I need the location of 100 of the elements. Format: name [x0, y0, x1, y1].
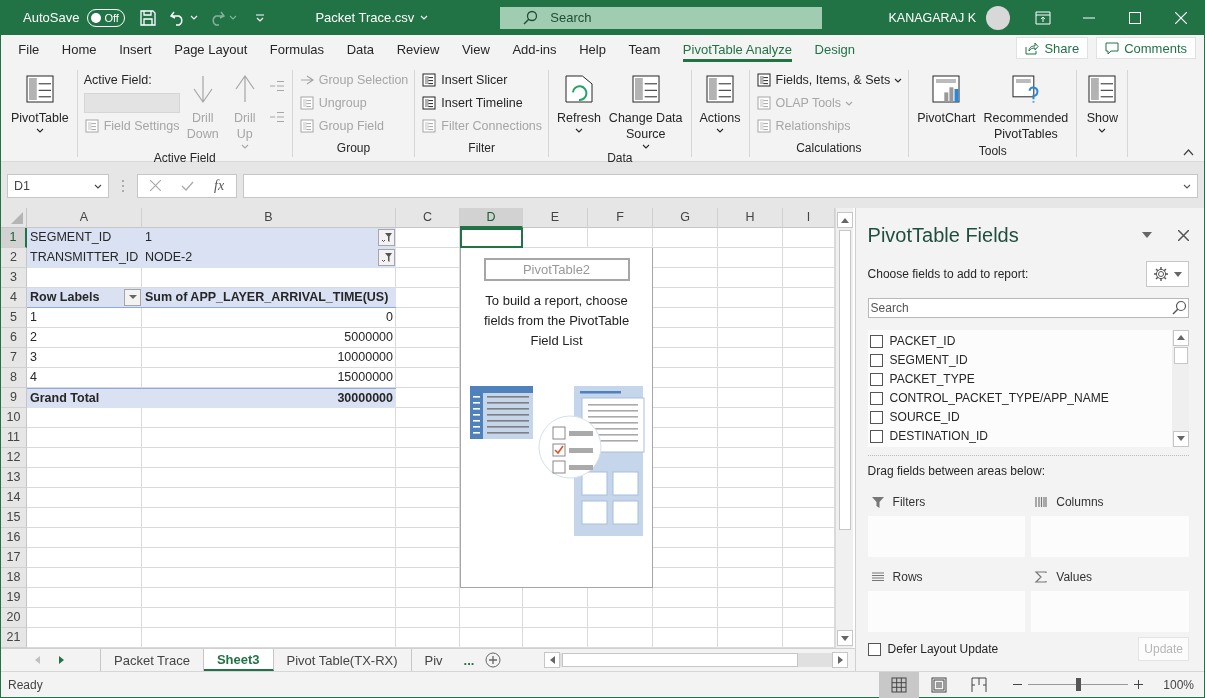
- row-header[interactable]: 5: [1, 308, 27, 328]
- field-checkbox[interactable]: [869, 334, 883, 348]
- ribbon-tab[interactable]: Data: [335, 42, 386, 65]
- column-header[interactable]: B: [142, 208, 396, 228]
- row-header[interactable]: 15: [1, 508, 27, 528]
- ribbon-tab[interactable]: Review: [385, 42, 451, 65]
- row-header[interactable]: 9: [1, 388, 27, 408]
- customize-toolbar-button[interactable]: [255, 12, 266, 23]
- horizontal-scrollbar[interactable]: [544, 649, 849, 671]
- right-arrow-icon: [837, 656, 843, 664]
- undo-button[interactable]: [169, 9, 199, 26]
- zoom-in-button[interactable]: [1134, 680, 1144, 689]
- formula-input[interactable]: [243, 174, 1198, 198]
- ribbon-tab[interactable]: Team: [617, 42, 672, 65]
- row-header[interactable]: 3: [1, 268, 27, 288]
- ribbon-button[interactable]: Change Data Source: [606, 70, 685, 151]
- group-label: Active Field: [153, 151, 216, 165]
- scroll-thumb[interactable]: [838, 230, 851, 530]
- share-button[interactable]: Share: [1016, 37, 1089, 59]
- row-header[interactable]: 4: [1, 288, 27, 308]
- row-header[interactable]: 13: [1, 468, 27, 488]
- column-header[interactable]: I: [783, 208, 835, 228]
- field-search-input[interactable]: Search: [867, 297, 1189, 318]
- ribbon-button[interactable]: PivotChart: [915, 70, 978, 128]
- field-checkbox[interactable]: [869, 429, 883, 443]
- settings-button[interactable]: [1146, 261, 1189, 288]
- column-header[interactable]: F: [588, 208, 653, 228]
- column-header[interactable]: A: [27, 208, 142, 228]
- ribbon-button[interactable]: PivotTable: [9, 70, 71, 135]
- row-header[interactable]: 12: [1, 448, 27, 468]
- ribbon-button[interactable]: Fields, Items, & Sets: [755, 70, 903, 90]
- view-button[interactable]: [879, 671, 920, 698]
- sheet-tab[interactable]: Pivot Table(TX-RX): [273, 649, 412, 671]
- row-header[interactable]: 20: [1, 608, 27, 628]
- ribbon-button[interactable]: Refresh: [555, 70, 603, 135]
- comments-button[interactable]: Comments: [1096, 37, 1196, 59]
- save-button[interactable]: [139, 8, 158, 27]
- field-checkbox[interactable]: [869, 372, 883, 386]
- vertical-scrollbar[interactable]: [835, 208, 853, 648]
- ribbon-tab[interactable]: File: [7, 42, 51, 65]
- defer-checkbox[interactable]: [867, 642, 881, 656]
- file-menu-button[interactable]: [420, 15, 429, 20]
- dropdown-button[interactable]: [124, 289, 141, 306]
- row-header[interactable]: 1: [1, 228, 27, 248]
- area-label: Rows: [892, 569, 923, 584]
- user-avatar[interactable]: [986, 5, 1010, 30]
- column-header[interactable]: E: [523, 208, 588, 228]
- ribbon-tab[interactable]: Formulas: [258, 42, 336, 65]
- sheet-tab[interactable]: Sheet3: [203, 649, 274, 671]
- page-layout-view-icon: [931, 676, 948, 693]
- zoom-thumb[interactable]: [1076, 678, 1082, 691]
- ribbon-tab[interactable]: View: [450, 42, 502, 65]
- ribbon-button[interactable]: Insert Timeline: [421, 93, 543, 113]
- ribbon-tab[interactable]: Help: [567, 42, 618, 65]
- filter-button[interactable]: [378, 249, 395, 266]
- field-checkbox[interactable]: [869, 391, 883, 405]
- panel-options-button[interactable]: [1142, 232, 1152, 239]
- ribbon-button[interactable]: Recommended PivotTables: [981, 70, 1071, 144]
- ribbon-tab[interactable]: Design: [803, 42, 867, 65]
- close-button[interactable]: [1178, 229, 1189, 241]
- more-sheets-button[interactable]: ...: [455, 649, 483, 671]
- row-header[interactable]: 11: [1, 428, 27, 448]
- field-checkbox[interactable]: [869, 410, 883, 424]
- name-box[interactable]: D1: [7, 174, 109, 198]
- column-header[interactable]: D: [460, 208, 523, 228]
- row-header[interactable]: 18: [1, 568, 27, 588]
- row-header[interactable]: 17: [1, 548, 27, 568]
- insert-function-button[interactable]: fx: [214, 178, 225, 194]
- drag-handle-icon: [121, 179, 125, 193]
- row-header[interactable]: 19: [1, 588, 27, 608]
- ribbon-button[interactable]: Actions: [697, 70, 743, 135]
- ribbon-tab[interactable]: Page Layout: [162, 42, 259, 65]
- ribbon-tab[interactable]: Home: [50, 42, 108, 65]
- row-header[interactable]: 6: [1, 328, 27, 348]
- filter-button[interactable]: [378, 229, 395, 246]
- column-header[interactable]: G: [653, 208, 718, 228]
- column-header[interactable]: C: [396, 208, 460, 228]
- field-checkbox[interactable]: [869, 353, 883, 367]
- comment-icon: [1105, 41, 1120, 55]
- save-icon: [139, 8, 158, 27]
- row-header[interactable]: 10: [1, 408, 27, 428]
- row-header[interactable]: 16: [1, 528, 27, 548]
- row-header[interactable]: 14: [1, 488, 27, 508]
- ribbon-tab[interactable]: Add-ins: [501, 42, 568, 65]
- sheet-tab[interactable]: Packet Trace: [101, 649, 204, 671]
- ribbon-button[interactable]: Show: [1083, 70, 1122, 135]
- sheet-tab[interactable]: Piv: [411, 649, 456, 671]
- selected-cell[interactable]: [460, 228, 523, 248]
- scroll-thumb[interactable]: [1173, 346, 1188, 364]
- column-header[interactable]: H: [718, 208, 783, 228]
- ribbon-tab[interactable]: PivotTable Analyze: [671, 42, 804, 65]
- ribbon-button[interactable]: Insert Slicer: [421, 70, 543, 90]
- ribbon-tab[interactable]: Insert: [107, 42, 163, 65]
- list-scrollbar[interactable]: [1172, 329, 1189, 447]
- scroll-thumb[interactable]: [562, 653, 799, 667]
- search-field[interactable]: Search: [500, 6, 823, 29]
- row-header[interactable]: 2: [1, 248, 27, 268]
- row-header[interactable]: 7: [1, 348, 27, 368]
- row-header[interactable]: 8: [1, 368, 27, 388]
- row-header[interactable]: 21: [1, 628, 27, 648]
